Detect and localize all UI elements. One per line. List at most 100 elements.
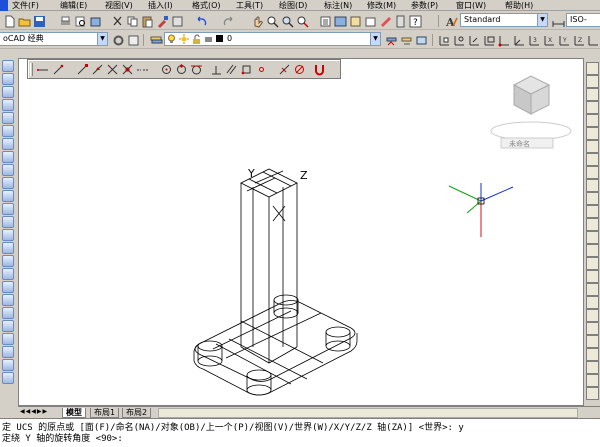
dimension-arc-icon[interactable]: [586, 309, 599, 322]
calculator-icon[interactable]: [393, 14, 406, 28]
dimension-linear-icon[interactable]: [586, 283, 599, 296]
snap-insert-icon[interactable]: [240, 63, 253, 76]
table-icon[interactable]: [2, 281, 14, 293]
insert-block-icon[interactable]: [2, 203, 14, 215]
undo-icon[interactable]: [194, 14, 207, 27]
rectangle-icon[interactable]: [2, 112, 14, 124]
offset-icon[interactable]: [2, 333, 14, 345]
join-icon[interactable]: [586, 231, 599, 244]
ucs-y-icon[interactable]: Y: [557, 33, 570, 46]
ray-icon[interactable]: [36, 63, 49, 76]
rotate-icon[interactable]: [586, 140, 599, 153]
ucs-apply-icon[interactable]: [586, 33, 599, 46]
snap-nearest-icon[interactable]: [278, 63, 291, 76]
fillet-icon[interactable]: [586, 257, 599, 270]
command-line[interactable]: 定 UCS 的原点或 [面(F)/命名(NA)/对象(OB)/上一个(P)/视图…: [0, 418, 600, 447]
text-style-select[interactable]: Standard ▼: [460, 13, 548, 27]
dimension-diameter-icon[interactable]: [586, 335, 599, 348]
zoom-realtime-icon[interactable]: [265, 14, 279, 28]
snap-tangent-icon[interactable]: [190, 63, 203, 76]
design-center-icon[interactable]: [333, 14, 347, 27]
ucs-x-icon[interactable]: X: [542, 33, 555, 46]
pan-icon[interactable]: [250, 14, 263, 28]
menu-window[interactable]: 窗口(W): [456, 0, 486, 11]
workspace-select[interactable]: oCAD 经典 ▼: [0, 32, 108, 46]
measure-icon[interactable]: [2, 320, 14, 332]
erase-icon[interactable]: [586, 62, 599, 75]
stretch-icon[interactable]: [586, 166, 599, 179]
menu-draw[interactable]: 绘图(D): [279, 0, 307, 11]
app-icon[interactable]: [0, 0, 8, 11]
snap-extension-icon[interactable]: [136, 63, 149, 76]
break-at-point-icon[interactable]: [586, 205, 599, 218]
viewcube[interactable]: [490, 75, 572, 141]
break-icon[interactable]: [586, 218, 599, 231]
match-properties-icon[interactable]: [155, 14, 168, 28]
point-icon[interactable]: [2, 229, 14, 241]
fillet-icon[interactable]: [2, 346, 14, 358]
menu-modify[interactable]: 修改(M): [367, 0, 396, 11]
menu-edit[interactable]: 编辑(E): [60, 0, 87, 11]
workspace-settings-icon[interactable]: [111, 33, 124, 46]
menu-help[interactable]: 帮助(H): [505, 0, 533, 11]
line-icon[interactable]: [2, 60, 14, 72]
zoom-window-icon[interactable]: [280, 14, 294, 28]
explode-icon[interactable]: [2, 372, 14, 384]
layer-previous-icon[interactable]: [399, 33, 412, 46]
dimension-style-select[interactable]: ISO-: [566, 13, 600, 27]
tab-layout1[interactable]: 布局1: [90, 408, 120, 418]
plot-icon[interactable]: [58, 14, 71, 27]
move-icon[interactable]: [586, 127, 599, 140]
ucs-view-icon[interactable]: [482, 33, 495, 46]
drawing-viewport[interactable]: Y Z 未命名: [18, 58, 584, 406]
menu-file[interactable]: 文件(F): [12, 0, 39, 11]
tab-layout2[interactable]: 布局2: [122, 408, 152, 418]
plot-preview-icon[interactable]: [73, 14, 86, 27]
help-icon[interactable]: ?: [408, 14, 422, 28]
ucs-face-icon[interactable]: [452, 33, 465, 46]
tab-scroll-arrows[interactable]: ◀◀◀▶▶: [20, 408, 48, 415]
dimension-aligned-icon[interactable]: [586, 296, 599, 309]
menu-view[interactable]: 视图(V): [105, 0, 133, 11]
dimension-angular-icon[interactable]: [586, 348, 599, 361]
baseline-icon[interactable]: [586, 374, 599, 387]
quick-dimension-icon[interactable]: [586, 361, 599, 374]
menu-parameters[interactable]: 参数(P): [411, 0, 438, 11]
save-icon[interactable]: [32, 14, 45, 27]
tool-palettes-icon[interactable]: [348, 14, 361, 27]
ucs-icon[interactable]: [437, 33, 450, 46]
markup-icon[interactable]: [378, 14, 391, 27]
ucs-3point-icon[interactable]: 3: [527, 33, 540, 46]
snap-apparent-icon[interactable]: [121, 63, 134, 76]
make-layer-current-icon[interactable]: [384, 33, 397, 46]
layer-properties-icon[interactable]: [149, 33, 163, 46]
new-file-icon[interactable]: [2, 14, 15, 28]
dimension-radius-icon[interactable]: [586, 322, 599, 335]
redo-icon[interactable]: [221, 14, 234, 27]
copy-object-icon[interactable]: [586, 75, 599, 88]
text-style-icon[interactable]: A: [444, 14, 458, 28]
toolbar-grip[interactable]: [30, 63, 33, 76]
chamfer-icon[interactable]: [586, 244, 599, 257]
extend-icon[interactable]: [586, 192, 599, 205]
menu-insert[interactable]: 插入(I): [148, 0, 173, 11]
add-selected-icon[interactable]: [2, 307, 14, 319]
ellipse-icon[interactable]: [2, 177, 14, 189]
multiline-text-icon[interactable]: [2, 294, 14, 306]
menu-format[interactable]: 格式(O): [192, 0, 221, 11]
construction-line-icon[interactable]: [2, 73, 14, 85]
circle-icon[interactable]: [2, 138, 14, 150]
ucs-z-icon[interactable]: Z: [572, 33, 585, 46]
revision-cloud-icon[interactable]: [2, 151, 14, 163]
menu-tools[interactable]: 工具(T): [236, 0, 263, 11]
mirror-icon[interactable]: [586, 88, 599, 101]
scale-icon[interactable]: [586, 153, 599, 166]
snap-from-icon[interactable]: [52, 63, 65, 76]
polygon-icon[interactable]: [2, 99, 14, 111]
continue-icon[interactable]: [586, 387, 599, 400]
region-icon[interactable]: [2, 268, 14, 280]
properties-icon[interactable]: [318, 14, 331, 27]
copy-icon[interactable]: [125, 14, 138, 27]
snap-center-icon[interactable]: [160, 63, 173, 76]
snap-quadrant-icon[interactable]: [175, 63, 188, 76]
